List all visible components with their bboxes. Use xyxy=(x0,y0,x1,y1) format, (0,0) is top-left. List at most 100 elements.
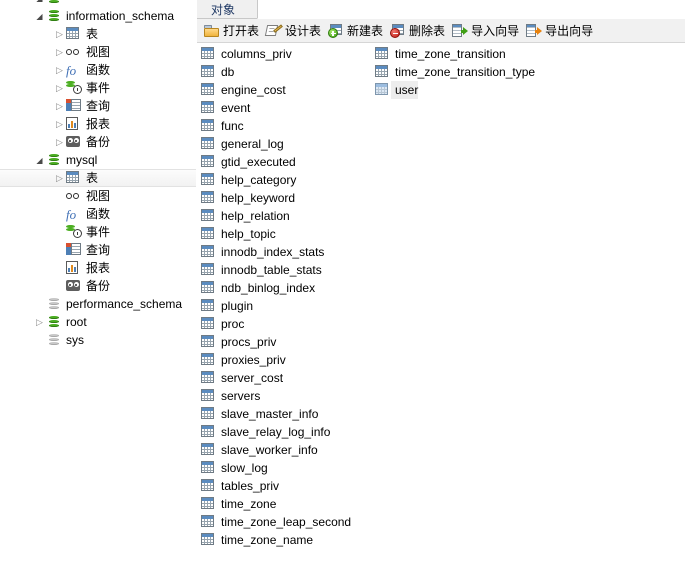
table-list-item[interactable]: innodb_index_stats xyxy=(201,243,381,261)
chevron-down-icon[interactable] xyxy=(33,7,46,26)
table-list-item[interactable]: gtid_executed xyxy=(201,153,381,171)
toolbar-button-label: 设计表 xyxy=(285,24,322,38)
table-list-item[interactable]: engine_cost xyxy=(201,81,381,99)
table-icon xyxy=(201,64,217,80)
tab-objects[interactable]: 对象 xyxy=(201,0,246,18)
tree-item-备份[interactable]: 备份 xyxy=(0,133,196,151)
function-icon: fo xyxy=(66,63,77,78)
table-list-item[interactable]: time_zone xyxy=(201,495,381,513)
table-list-item[interactable]: db xyxy=(201,63,381,81)
toolbar-button-new-table-plus[interactable]: 新建表 xyxy=(326,20,388,41)
report-icon xyxy=(66,260,82,276)
table-icon xyxy=(201,118,217,134)
tree-item-报表[interactable]: 报表 xyxy=(0,115,196,133)
table-list-item[interactable]: help_category xyxy=(201,171,381,189)
table-name: slave_relay_log_info xyxy=(221,425,331,439)
table-list-item[interactable]: columns_priv xyxy=(201,45,381,63)
table-list-item[interactable]: proc xyxy=(201,315,381,333)
chevron-right-icon[interactable] xyxy=(53,170,66,186)
chevron-right-icon[interactable] xyxy=(53,133,66,151)
toolbar-button-export-wizard[interactable]: 导出向导 xyxy=(524,20,598,41)
table-list-item[interactable]: slow_log xyxy=(201,459,381,477)
chevron-right-icon[interactable] xyxy=(53,43,66,61)
toolbar-button-design-table-pencil[interactable]: 设计表 xyxy=(264,20,326,41)
table-list-item[interactable]: general_log xyxy=(201,135,381,153)
tree-item-sys[interactable]: sys xyxy=(0,331,196,349)
database-icon xyxy=(46,314,62,330)
connection-tree[interactable]: information_schema表视图fo函数事件查询报表备份mysql表视… xyxy=(0,0,196,349)
tree-item-查询[interactable]: 查询 xyxy=(0,241,196,259)
table-list-item[interactable]: tables_priv xyxy=(201,477,381,495)
query-icon xyxy=(66,98,82,114)
tree-item-label: 视图 xyxy=(86,45,111,59)
chevron-right-icon[interactable] xyxy=(53,61,66,79)
table-list-item[interactable]: proxies_priv xyxy=(201,351,381,369)
table-list-item[interactable]: help_relation xyxy=(201,207,381,225)
object-toolbar[interactable]: 打开表 设计表 新建表 删除表 导入向导 导出向导 xyxy=(197,19,685,43)
table-list-item[interactable]: user xyxy=(375,81,575,99)
table-list-item[interactable]: slave_master_info xyxy=(201,405,381,423)
table-icon xyxy=(201,226,217,242)
event-clock-icon xyxy=(66,80,82,96)
tree-item-视图[interactable]: 视图 xyxy=(0,187,196,205)
tree-item-表[interactable]: 表 xyxy=(0,25,196,43)
table-list-item[interactable]: plugin xyxy=(201,297,381,315)
chevron-down-icon[interactable] xyxy=(33,151,46,170)
tree-item-事件[interactable]: 事件 xyxy=(0,223,196,241)
tab-strip[interactable]: 对象 xyxy=(197,0,685,19)
chevron-right-icon[interactable] xyxy=(53,97,66,115)
tree-item-事件[interactable]: 事件 xyxy=(0,79,196,97)
table-list-item[interactable]: func xyxy=(201,117,381,135)
toolbar-button-open-table-folder[interactable]: 打开表 xyxy=(202,20,264,41)
table-list-item[interactable]: slave_worker_info xyxy=(201,441,381,459)
tree-item-函数[interactable]: fo 函数 xyxy=(0,205,196,223)
tree-item-备份[interactable]: 备份 xyxy=(0,277,196,295)
database-icon xyxy=(46,332,62,348)
chevron-right-icon[interactable] xyxy=(33,313,46,331)
table-list-item[interactable]: help_keyword xyxy=(201,189,381,207)
table-list-item[interactable]: slave_relay_log_info xyxy=(201,423,381,441)
tree-item-查询[interactable]: 查询 xyxy=(0,97,196,115)
table-name: user xyxy=(391,81,419,99)
table-list-item[interactable]: procs_priv xyxy=(201,333,381,351)
tree-item-label: 备份 xyxy=(86,135,111,149)
chevron-right-icon[interactable] xyxy=(53,25,66,43)
table-list[interactable]: columns_priv db engine_cost event func genera… xyxy=(197,43,685,562)
toolbar-button-import-wizard[interactable]: 导入向导 xyxy=(450,20,524,41)
chevron-right-icon[interactable] xyxy=(53,79,66,97)
table-list-item[interactable]: time_zone_name xyxy=(201,531,381,549)
table-icon xyxy=(201,280,217,296)
chevron-right-icon[interactable] xyxy=(53,115,66,133)
table-list-item[interactable]: server_cost xyxy=(201,369,381,387)
table-icon xyxy=(201,442,217,458)
backup-icon xyxy=(66,278,82,294)
table-name: help_category xyxy=(221,173,297,187)
table-list-item[interactable]: time_zone_transition_type xyxy=(375,63,575,81)
table-list-item[interactable]: innodb_table_stats xyxy=(201,261,381,279)
tree-item-表[interactable]: 表 xyxy=(0,169,196,187)
toolbar-button-delete-table-minus[interactable]: 删除表 xyxy=(388,20,450,41)
table-list-item[interactable]: time_zone_transition xyxy=(375,45,575,63)
table-list-item[interactable]: time_zone_leap_second xyxy=(201,513,381,531)
table-name: innodb_index_stats xyxy=(221,245,325,259)
tree-item-视图[interactable]: 视图 xyxy=(0,43,196,61)
tab-strip-filler xyxy=(257,0,685,19)
tree-item-函数[interactable]: fo 函数 xyxy=(0,61,196,79)
tree-item-mysql[interactable]: mysql xyxy=(0,151,196,169)
table-name: general_log xyxy=(221,137,284,151)
table-icon xyxy=(201,100,217,116)
tree-item-root[interactable]: root xyxy=(0,313,196,331)
object-tree-sidebar[interactable]: information_schema表视图fo函数事件查询报表备份mysql表视… xyxy=(0,0,196,562)
table-list-item[interactable]: help_topic xyxy=(201,225,381,243)
table-list-column-2[interactable]: time_zone_transition time_zone_transition… xyxy=(375,45,575,99)
table-list-item[interactable]: event xyxy=(201,99,381,117)
table-list-item[interactable]: servers xyxy=(201,387,381,405)
table-list-column-1[interactable]: columns_priv db engine_cost event func genera… xyxy=(201,45,381,549)
tree-item-label: 事件 xyxy=(86,225,111,239)
tree-item-报表[interactable]: 报表 xyxy=(0,259,196,277)
tree-item-label: root xyxy=(66,315,87,329)
tree-item-root[interactable] xyxy=(0,0,196,7)
tree-item-performance_schema[interactable]: performance_schema xyxy=(0,295,196,313)
tree-item-information_schema[interactable]: information_schema xyxy=(0,7,196,25)
table-list-item[interactable]: ndb_binlog_index xyxy=(201,279,381,297)
